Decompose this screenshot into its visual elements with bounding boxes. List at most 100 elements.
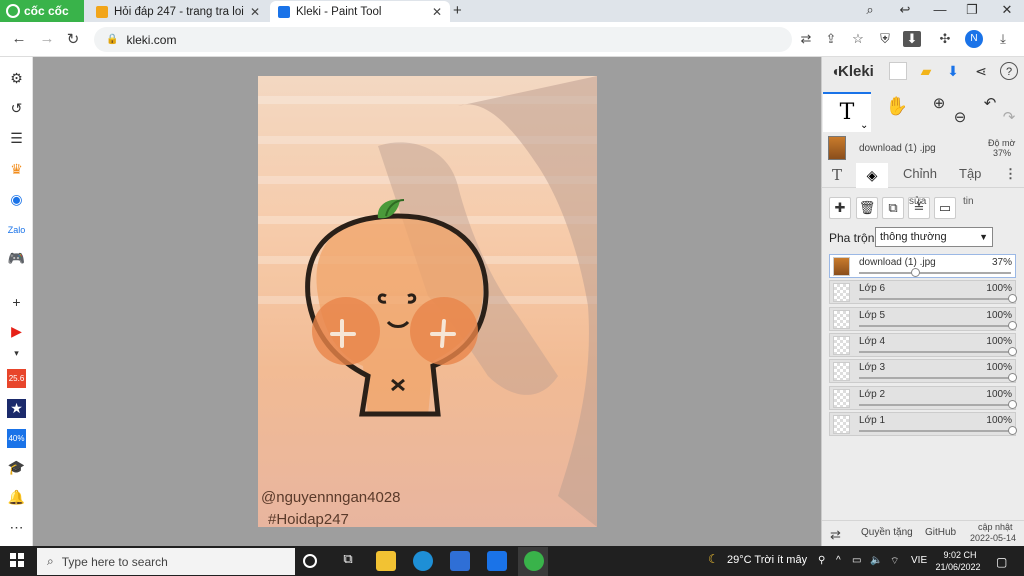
share-icon[interactable]: ⋖: [972, 62, 990, 80]
layer-opacity-slider[interactable]: [859, 298, 1011, 301]
history-icon[interactable]: ↺: [7, 99, 26, 118]
layer-opacity-slider[interactable]: [859, 272, 1011, 274]
windows-start-icon[interactable]: [10, 553, 24, 567]
slider-handle[interactable]: [1008, 320, 1017, 330]
back-arrow-icon[interactable]: ↩: [895, 2, 915, 18]
tab-adjust[interactable]: Chỉnh: [903, 166, 937, 181]
game-app-icon[interactable]: ★: [7, 399, 26, 418]
layer-opacity-slider[interactable]: [859, 403, 1011, 406]
artwork-canvas[interactable]: [258, 76, 597, 527]
notification-icon[interactable]: ▢: [996, 555, 1007, 569]
hand-tool-icon[interactable]: ✋: [885, 96, 909, 117]
slider-handle[interactable]: [1008, 425, 1017, 435]
layer-row[interactable]: Lớp 3 100%: [829, 359, 1017, 384]
zalo-icon[interactable]: Zalo: [7, 220, 26, 239]
browser-brand[interactable]: cốc cốc: [0, 0, 84, 22]
tab-text[interactable]: T: [832, 166, 842, 184]
shopee-icon[interactable]: 25.6: [7, 369, 26, 388]
zoom-out-icon[interactable]: ⊖: [948, 108, 972, 126]
close-icon[interactable]: ✕: [250, 5, 260, 19]
add-icon[interactable]: +: [7, 292, 26, 311]
tab-hoidap[interactable]: Hỏi đáp 247 - trang tra loi ✕: [88, 1, 268, 22]
swap-icon[interactable]: ⇄: [830, 527, 841, 543]
layer-opacity-slider[interactable]: [859, 429, 1011, 432]
layer-row[interactable]: Lớp 1 100%: [829, 411, 1017, 436]
window-close-button[interactable]: ✕: [997, 2, 1017, 18]
tray-chevron-icon[interactable]: ^: [836, 555, 841, 566]
close-icon[interactable]: ✕: [432, 5, 442, 19]
new-tab-button[interactable]: +: [453, 2, 462, 19]
download-icon[interactable]: ⬇: [944, 62, 962, 80]
clock-date[interactable]: 21/06/2022: [932, 562, 984, 572]
downloads-icon[interactable]: ⤓: [994, 31, 1012, 47]
delete-layer-button[interactable]: 🗑: [856, 197, 878, 219]
store-icon[interactable]: [450, 551, 470, 571]
reading-list-icon[interactable]: ☰: [7, 129, 26, 148]
slider-handle[interactable]: [1008, 346, 1017, 356]
messenger-icon[interactable]: ◉: [7, 190, 26, 209]
file-explorer-icon[interactable]: [376, 551, 396, 571]
blend-mode-select[interactable]: thông thường ▼: [875, 227, 993, 247]
input-language[interactable]: VIE: [911, 555, 927, 566]
open-folder-icon[interactable]: ▰: [917, 62, 935, 80]
forward-button[interactable]: →: [38, 30, 56, 47]
slider-handle[interactable]: [1008, 373, 1017, 383]
edge-icon[interactable]: [413, 551, 433, 571]
minimize-button[interactable]: —: [930, 2, 950, 17]
task-view-icon[interactable]: ⧉: [338, 551, 358, 571]
layer-opacity-slider[interactable]: [859, 350, 1011, 353]
volume-icon[interactable]: 🔈: [870, 555, 882, 566]
back-button[interactable]: ←: [10, 30, 28, 47]
redo-icon[interactable]: ↷: [997, 108, 1021, 126]
extensions-icon[interactable]: ✣: [936, 31, 954, 47]
tab-file[interactable]: Tập: [959, 166, 981, 181]
rename-layer-button[interactable]: ▭: [934, 197, 956, 219]
youtube-icon[interactable]: ▶: [7, 322, 26, 341]
sale-app-icon[interactable]: 40%: [7, 429, 26, 448]
layer-row[interactable]: Lớp 2 100%: [829, 385, 1017, 410]
layer-row[interactable]: download (1) .jpg 37%: [829, 254, 1016, 278]
education-icon[interactable]: 🎓: [7, 458, 26, 477]
layer-row[interactable]: Lớp 4 100%: [829, 332, 1017, 357]
github-link[interactable]: GitHub: [925, 527, 956, 538]
tab-kleki[interactable]: Kleki - Paint Tool ✕: [270, 1, 450, 22]
settings-gear-icon[interactable]: ⚙: [7, 69, 26, 88]
help-icon[interactable]: ?: [1000, 62, 1018, 80]
layer-row[interactable]: Lớp 5 100%: [829, 306, 1017, 331]
chevron-down-icon[interactable]: ▾: [7, 344, 26, 363]
network-icon[interactable]: ⌔: [890, 555, 899, 568]
person-icon[interactable]: ⚲: [818, 555, 825, 566]
layer-row[interactable]: Lớp 6 100%: [829, 280, 1017, 305]
layer-opacity-slider[interactable]: [859, 324, 1011, 327]
more-icon[interactable]: ⋯: [7, 518, 26, 537]
slider-handle[interactable]: [1008, 294, 1017, 304]
download-page-icon[interactable]: ⬇: [903, 31, 921, 47]
clock-time[interactable]: 9:02 CH: [940, 550, 980, 560]
translate-icon[interactable]: ⇄: [797, 31, 815, 47]
taskbar-search-input[interactable]: ⌕ Type here to search: [37, 548, 295, 575]
notification-bell-icon[interactable]: 🔔: [7, 488, 26, 507]
crown-icon[interactable]: ♛: [7, 160, 26, 179]
tab-layers[interactable]: ◈: [856, 163, 888, 188]
shield-icon[interactable]: ⛨: [876, 31, 894, 47]
share-icon[interactable]: ⇪: [822, 31, 840, 47]
slider-handle[interactable]: [910, 268, 920, 277]
more-menu-icon[interactable]: ⋮: [1004, 166, 1017, 182]
bookmark-star-icon[interactable]: ☆: [849, 31, 867, 47]
chevron-down-icon[interactable]: ⌄: [860, 120, 868, 131]
new-image-icon[interactable]: [889, 62, 907, 80]
battery-icon[interactable]: ▭: [852, 555, 861, 566]
game-controller-icon[interactable]: 🎮: [7, 249, 26, 268]
reload-button[interactable]: ↻: [64, 30, 82, 48]
avatar[interactable]: N: [965, 30, 983, 48]
url-input[interactable]: 🔒 kleki.com: [94, 27, 792, 52]
privacy-link[interactable]: Quyền tặng: [861, 527, 913, 538]
weather-text[interactable]: 29°C Trời ít mây: [727, 554, 807, 566]
layer-opacity-slider[interactable]: [859, 377, 1011, 380]
cortana-icon[interactable]: [303, 554, 317, 568]
duplicate-layer-button[interactable]: ⧉: [882, 197, 904, 219]
slider-handle[interactable]: [1008, 399, 1017, 409]
mail-icon[interactable]: [487, 551, 507, 571]
restore-button[interactable]: ❐: [962, 2, 982, 18]
search-tabs-icon[interactable]: ⌕: [860, 2, 880, 18]
